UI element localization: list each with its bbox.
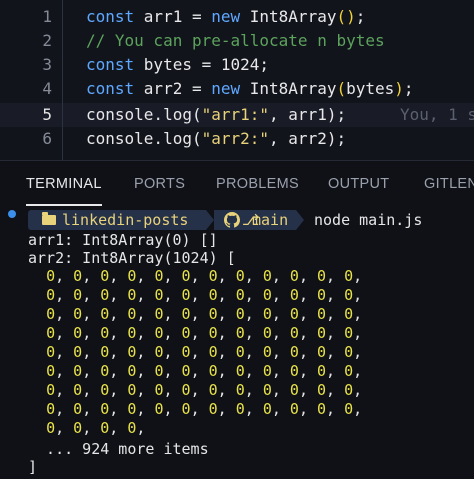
line-number: 5 xyxy=(42,105,52,124)
output-array-row: 0, 0, 0, 0, 0, 0, 0, 0, 0, 0, 0, 0, xyxy=(46,362,363,380)
code-text: console.log("arr1:", arr1); xyxy=(86,103,346,127)
code-text: // You can pre-allocate n bytes xyxy=(86,29,385,53)
code-token: arr2 = xyxy=(143,79,212,98)
prompt-folder-name: linkedin-posts xyxy=(62,211,189,229)
code-token: Int8Array xyxy=(249,7,337,26)
output-close-bracket: ] xyxy=(28,458,38,476)
code-token: bytes = 1024; xyxy=(143,55,270,74)
output-more-items: ... 924 more items xyxy=(28,440,209,458)
git-blame-annotation: You, 1 s xyxy=(400,105,474,124)
code-token: arr1 = xyxy=(143,7,212,26)
folder-icon xyxy=(42,212,56,225)
code-token: new xyxy=(211,7,250,26)
prompt-separator-arrow xyxy=(296,210,304,230)
output-array-row: 0, 0, 0, 0, 0, 0, 0, 0, 0, 0, 0, 0, xyxy=(46,400,363,418)
code-text: const arr2 = new Int8Array(bytes); xyxy=(86,77,414,101)
github-icon xyxy=(224,212,240,228)
prompt-status-dot xyxy=(8,210,16,218)
code-token: , arr1); xyxy=(269,105,347,124)
prompt-branch-name: main xyxy=(252,211,289,229)
code-line[interactable]: 1 const arr1 = new Int8Array(); xyxy=(0,5,474,29)
code-token: ( xyxy=(336,79,347,98)
tab-gitlens[interactable]: GITLEN xyxy=(424,176,474,192)
code-token: Int8Array xyxy=(249,79,337,98)
active-tab-indicator xyxy=(26,204,102,206)
line-number: 2 xyxy=(42,31,52,50)
code-line[interactable]: 6 console.log("arr2:", arr2); xyxy=(0,127,474,151)
code-token: "arr1:" xyxy=(201,105,270,124)
code-token: "arr2:" xyxy=(201,129,270,148)
line-number: 3 xyxy=(42,55,52,74)
code-token: new xyxy=(211,79,250,98)
tab-output[interactable]: OUTPUT xyxy=(328,176,389,192)
output-array-row: 0, 0, 0, 0, 0, 0, 0, 0, 0, 0, 0, 0, xyxy=(46,324,363,342)
code-token: ; xyxy=(355,7,366,26)
code-token: console.log( xyxy=(86,129,202,148)
terminal-command: node main.js xyxy=(314,211,423,229)
code-token: , arr2); xyxy=(269,129,347,148)
tab-terminal[interactable]: TERMINAL xyxy=(26,176,102,192)
code-text: console.log("arr2:", arr2); xyxy=(86,127,346,151)
line-number: 4 xyxy=(42,79,52,98)
code-line[interactable]: 5 console.log("arr1:", arr1); You, 1 s xyxy=(0,103,474,127)
output-array-row: 0, 0, 0, 0, 0, 0, 0, 0, 0, 0, 0, 0, xyxy=(46,286,363,304)
code-token: const xyxy=(86,55,144,74)
code-line[interactable]: 2 // You can pre-allocate n bytes xyxy=(0,29,474,53)
output-array-row: 0, 0, 0, 0, 0, 0, 0, 0, 0, 0, 0, 0, xyxy=(46,381,363,399)
output-array-row: 0, 0, 0, 0, 0, 0, 0, 0, 0, 0, 0, 0, xyxy=(46,343,363,361)
output-array-row: 0, 0, 0, 0, 0, 0, 0, 0, 0, 0, 0, 0, xyxy=(46,267,363,285)
panel-tab-bar: TERMINAL PORTS PROBLEMS OUTPUT GITLEN xyxy=(0,160,474,207)
code-token: ) xyxy=(394,79,404,98)
tab-problems[interactable]: PROBLEMS xyxy=(216,176,299,192)
code-token: () xyxy=(336,7,356,26)
code-token: bytes xyxy=(346,79,395,98)
output-line-arr1: arr1: Int8Array(0) [] xyxy=(28,231,218,249)
code-token: // You can pre-allocate n bytes xyxy=(86,31,385,50)
code-token: console.log( xyxy=(86,105,202,124)
tab-ports[interactable]: PORTS xyxy=(134,176,185,192)
prompt-separator-arrow xyxy=(206,210,214,230)
output-array-row: 0, 0, 0, 0, xyxy=(46,419,146,437)
code-line[interactable]: 4 const arr2 = new Int8Array(bytes); xyxy=(0,77,474,101)
output-line-arr2: arr2: Int8Array(1024) [ xyxy=(28,249,236,267)
code-token: ; xyxy=(403,79,414,98)
line-number: 6 xyxy=(42,129,52,148)
code-text: const arr1 = new Int8Array(); xyxy=(86,5,365,29)
code-editor[interactable]: 1 const arr1 = new Int8Array(); 2// You ca… xyxy=(0,0,474,160)
code-line[interactable]: 3 const bytes = 1024; xyxy=(0,53,474,77)
code-token: const xyxy=(86,79,144,98)
code-text: const bytes = 1024; xyxy=(86,53,269,77)
code-token: const xyxy=(86,7,144,26)
line-number: 1 xyxy=(42,7,52,26)
output-array-row: 0, 0, 0, 0, 0, 0, 0, 0, 0, 0, 0, 0, xyxy=(46,305,363,323)
